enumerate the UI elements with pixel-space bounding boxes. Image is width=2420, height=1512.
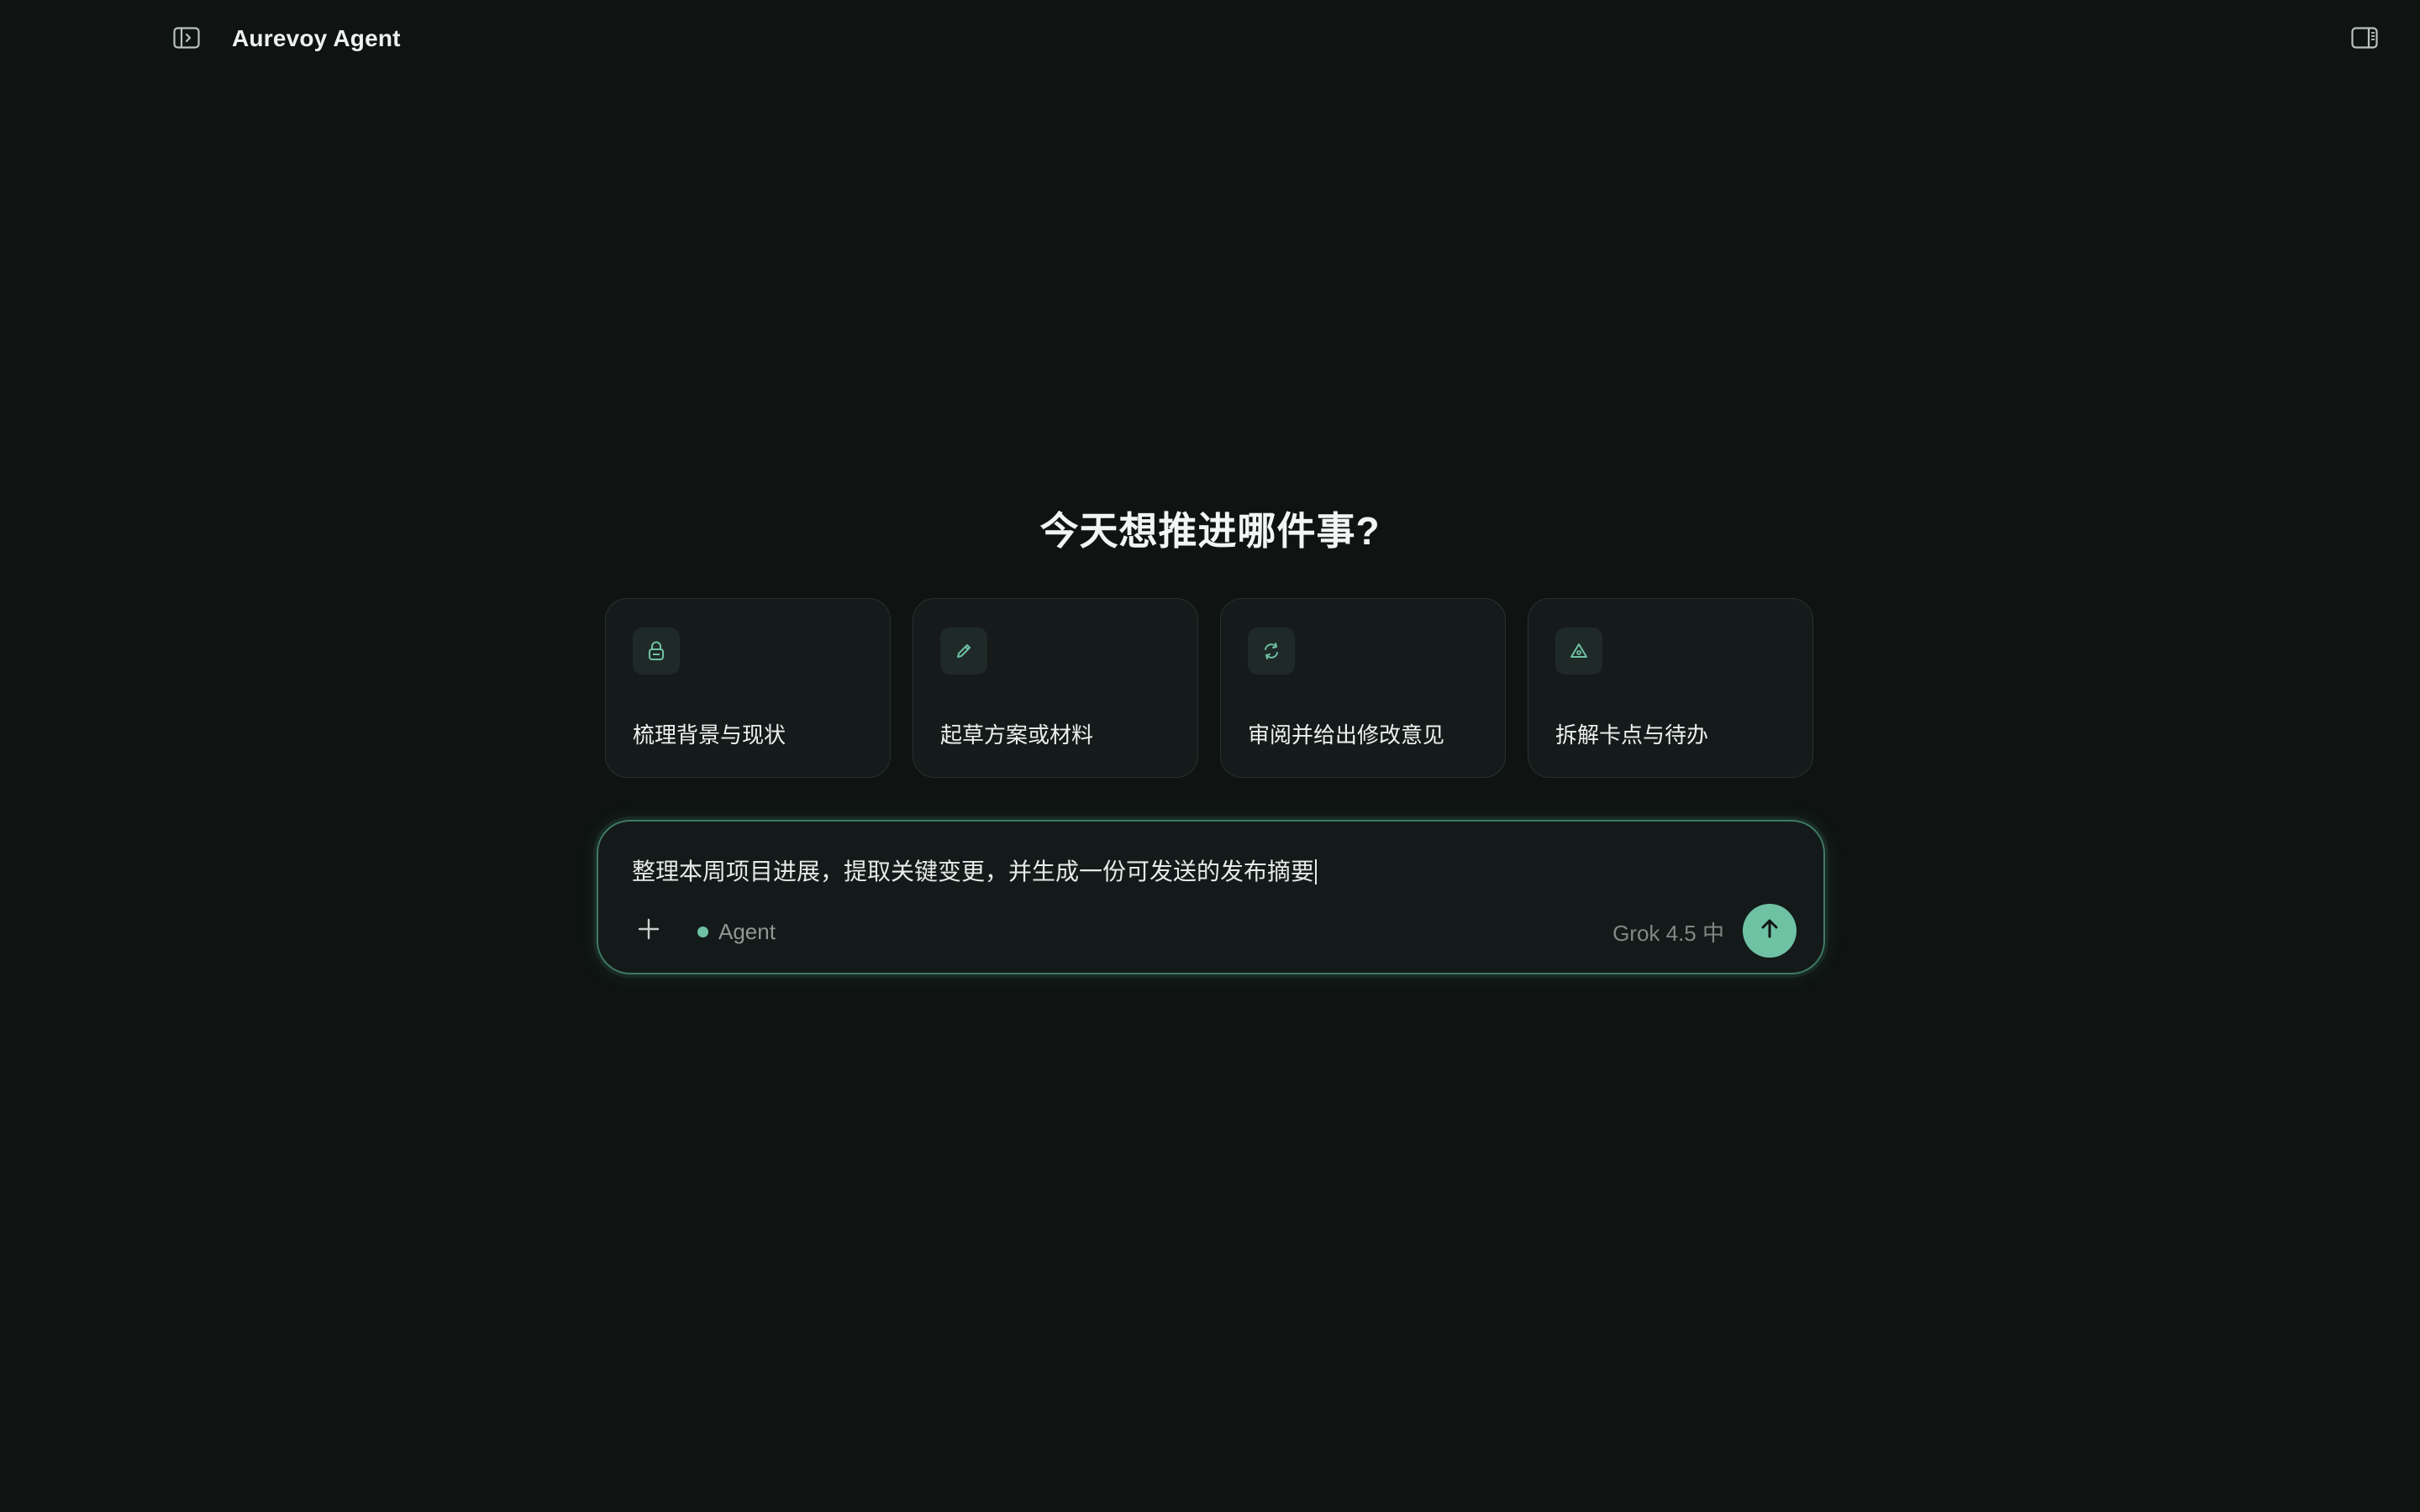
refresh-icon	[1248, 627, 1295, 675]
add-attachment-button[interactable]	[630, 912, 667, 949]
suggestion-card-label: 梳理背景与现状	[633, 722, 786, 748]
suggestion-card-label: 审阅并给出修改意见	[1248, 722, 1445, 748]
triangle-alert-icon	[1555, 627, 1602, 675]
toggle-sidebar-button[interactable]	[171, 26, 202, 53]
arrow-up-icon	[1758, 917, 1781, 945]
page-headline: 今天想推进哪件事?	[1039, 509, 1381, 553]
mode-status-dot	[697, 926, 708, 937]
text-caret	[1315, 859, 1318, 885]
prompt-composer[interactable]: 整理本周项目进展，提取关键变更，并生成一份可发送的发布摘要 Agent Grok…	[597, 820, 1825, 974]
send-button[interactable]	[1743, 904, 1797, 958]
app-page: Aurevoy Agent 今天想推进哪件事? 梳理背景与现状 起草方案或材料 …	[0, 0, 2420, 1512]
model-selector[interactable]: Grok 4.5 中	[1612, 917, 1724, 946]
mode-selector[interactable]: Agent	[697, 917, 776, 946]
app-title: Aurevoy Agent	[232, 25, 401, 51]
suggestion-cards: 梳理背景与现状 起草方案或材料 审阅并给出修改意见 拆解卡点与待办	[605, 598, 1815, 780]
suggestion-card-label: 拆解卡点与待办	[1555, 722, 1709, 748]
suggestion-card-label: 起草方案或材料	[940, 722, 1094, 748]
sidebar-toggle-icon	[173, 26, 200, 53]
top-bar: Aurevoy Agent	[0, 0, 2420, 81]
prompt-input[interactable]: 整理本周项目进展，提取关键变更，并生成一份可发送的发布摘要	[632, 853, 1318, 887]
toggle-right-panel-button[interactable]	[2349, 26, 2380, 53]
suggestion-card-blockers[interactable]: 拆解卡点与待办	[1528, 598, 1813, 778]
pencil-icon	[940, 627, 987, 675]
suggestion-card-draft[interactable]: 起草方案或材料	[913, 598, 1198, 778]
suggestion-card-review[interactable]: 审阅并给出修改意见	[1220, 598, 1506, 778]
suggestion-card-context[interactable]: 梳理背景与现状	[605, 598, 891, 778]
prompt-input-value: 整理本周项目进展，提取关键变更，并生成一份可发送的发布摘要	[632, 858, 1315, 885]
plus-icon	[637, 917, 660, 945]
lock-icon	[633, 627, 680, 675]
mode-label: Agent	[718, 918, 776, 944]
right-panel-icon	[2351, 26, 2378, 53]
